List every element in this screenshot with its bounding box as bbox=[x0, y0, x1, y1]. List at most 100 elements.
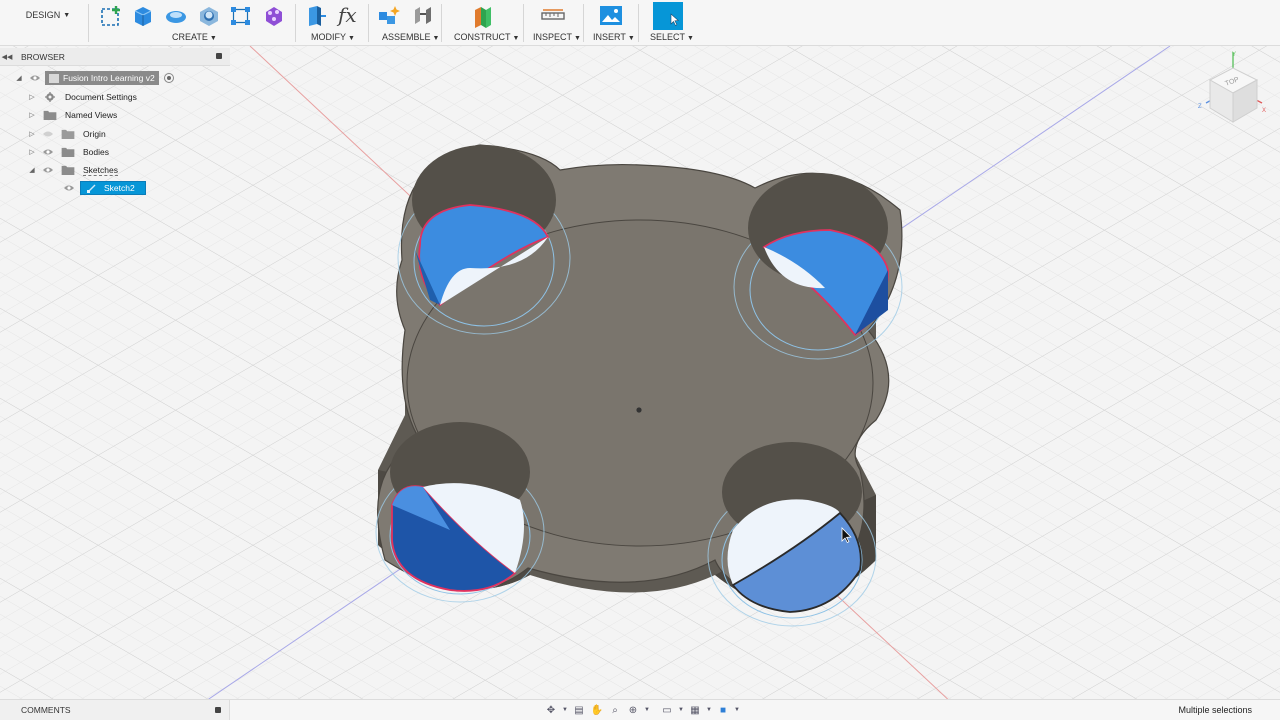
select-icon[interactable] bbox=[653, 2, 683, 30]
look-at-icon[interactable]: ▤ bbox=[572, 705, 586, 716]
folder-icon bbox=[61, 165, 75, 175]
origin-point bbox=[636, 407, 642, 413]
chevron-down-icon[interactable]: ▼ bbox=[678, 707, 684, 713]
comments-panel[interactable]: COMMENTS bbox=[0, 700, 230, 720]
comments-label: COMMENTS bbox=[21, 705, 71, 715]
pin-icon[interactable] bbox=[216, 53, 222, 59]
chevron-down-icon: ▼ bbox=[348, 35, 355, 42]
browser-panel-header[interactable]: ◀◀ BROWSER bbox=[0, 48, 230, 66]
insert-menu[interactable]: INSERT ▼ bbox=[593, 32, 635, 42]
viewcube-z-label: Z bbox=[1198, 104, 1202, 110]
viewport-canvas[interactable]: TOP Y Z X bbox=[0, 46, 1280, 699]
viewports-icon[interactable]: ■ bbox=[716, 705, 730, 716]
chevron-down-icon: ▼ bbox=[63, 11, 71, 19]
expanded-triangle-icon[interactable]: ◢ bbox=[14, 74, 24, 82]
fit-icon[interactable]: ⊕ bbox=[626, 705, 640, 716]
visibility-eye-icon[interactable] bbox=[41, 165, 55, 175]
navigation-toolbar: ✥ ▼ ▤ ✋ ⌕ ⊕ ▼ ▭ ▼ ▦ ▼ ■ ▼ bbox=[544, 702, 740, 718]
activate-radio-icon[interactable] bbox=[163, 73, 174, 83]
workspace-switcher[interactable]: DESIGN ▼ bbox=[8, 3, 88, 27]
tree-item-label: Sketch2 bbox=[104, 183, 135, 193]
toolbar-divider bbox=[523, 4, 524, 42]
new-component-icon[interactable] bbox=[377, 4, 401, 28]
collapsed-triangle-icon[interactable]: ▷ bbox=[27, 130, 37, 138]
toolbar-divider bbox=[88, 4, 89, 42]
root-component-label-box[interactable]: Fusion Intro Learning v2 bbox=[45, 71, 159, 85]
revolve-icon[interactable] bbox=[164, 4, 188, 28]
collapsed-triangle-icon[interactable]: ▷ bbox=[27, 148, 37, 156]
offset-plane-icon[interactable] bbox=[471, 4, 495, 28]
chevron-down-icon: ▼ bbox=[687, 35, 694, 42]
measure-icon[interactable] bbox=[541, 4, 565, 28]
document-icon bbox=[49, 73, 59, 83]
chevron-down-icon[interactable]: ▼ bbox=[562, 707, 568, 713]
toolbar-divider bbox=[295, 4, 296, 42]
tree-item-label: Bodies bbox=[83, 147, 109, 157]
chevron-down-icon: ▼ bbox=[209, 35, 217, 42]
chevron-down-icon[interactable]: ▼ bbox=[734, 707, 740, 713]
collapse-panel-icon[interactable]: ◀◀ bbox=[0, 53, 14, 61]
create-menu[interactable]: CREATE ▼ bbox=[172, 32, 217, 42]
chevron-down-icon: ▼ bbox=[627, 35, 635, 42]
chevron-down-icon: ▼ bbox=[432, 35, 440, 42]
tree-item-label: Sketches bbox=[83, 164, 118, 176]
box-icon[interactable] bbox=[131, 4, 155, 28]
hole-icon[interactable] bbox=[197, 4, 221, 28]
toolbar: DESIGN ▼ CREATE ▼ fx MODIFY ▼ ASSEMBLE ▼ CON… bbox=[0, 0, 1280, 46]
model-viewport[interactable]: TOP Y Z X bbox=[0, 46, 1280, 699]
display-settings-icon[interactable]: ▭ bbox=[660, 705, 674, 716]
tree-item-bodies[interactable]: ▷ Bodies bbox=[27, 144, 109, 160]
grid-settings-icon[interactable]: ▦ bbox=[688, 705, 702, 716]
tree-item-label: Document Settings bbox=[65, 92, 137, 102]
add-comment-icon[interactable] bbox=[215, 707, 221, 713]
bottom-bar: COMMENTS ✥ ▼ ▤ ✋ ⌕ ⊕ ▼ ▭ ▼ ▦ ▼ ■ ▼ Multi… bbox=[0, 699, 1280, 720]
workspace-label: DESIGN bbox=[25, 10, 61, 20]
zoom-icon[interactable]: ⌕ bbox=[608, 705, 622, 716]
sketch-icon bbox=[87, 184, 96, 193]
browser-title: BROWSER bbox=[21, 51, 65, 62]
tree-item-sketches[interactable]: ◢ Sketches bbox=[27, 162, 118, 178]
pattern-icon[interactable] bbox=[229, 4, 253, 28]
tree-item-origin[interactable]: ▷ Origin bbox=[27, 126, 106, 142]
tree-item-document-settings[interactable]: ▷ Document Settings bbox=[27, 89, 137, 105]
parameters-icon[interactable]: fx bbox=[338, 4, 362, 28]
tree-item-label: Fusion Intro Learning v2 bbox=[63, 73, 155, 83]
insert-image-icon[interactable] bbox=[599, 4, 623, 28]
viewcube-y-label: Y bbox=[1232, 52, 1236, 58]
inspect-menu[interactable]: INSPECT ▼ bbox=[533, 32, 581, 42]
tree-item-sketch2[interactable]: Sketch2 bbox=[58, 180, 146, 196]
press-pull-icon[interactable] bbox=[303, 4, 327, 28]
chevron-down-icon[interactable]: ▼ bbox=[644, 707, 650, 713]
construct-menu[interactable]: CONSTRUCT ▼ bbox=[454, 32, 519, 42]
joint-icon[interactable] bbox=[411, 4, 435, 28]
tree-item-root[interactable]: ◢ Fusion Intro Learning v2 bbox=[14, 70, 174, 86]
expanded-triangle-icon[interactable]: ◢ bbox=[27, 166, 37, 174]
toolbar-divider bbox=[583, 4, 584, 42]
chevron-down-icon: ▼ bbox=[512, 35, 520, 42]
create-sketch-icon[interactable] bbox=[99, 4, 123, 28]
assemble-menu[interactable]: ASSEMBLE ▼ bbox=[382, 32, 439, 42]
select-menu[interactable]: SELECT ▼ bbox=[650, 32, 694, 42]
gear-icon bbox=[45, 92, 55, 102]
tree-item-label: Named Views bbox=[65, 110, 118, 120]
pan-icon[interactable]: ✋ bbox=[590, 705, 604, 716]
chevron-down-icon: ▼ bbox=[574, 35, 581, 42]
toolbar-divider bbox=[441, 4, 442, 42]
folder-icon bbox=[61, 129, 75, 139]
orbit-icon[interactable]: ✥ bbox=[544, 705, 558, 716]
collapsed-triangle-icon[interactable]: ▷ bbox=[27, 111, 37, 119]
visibility-eye-icon[interactable] bbox=[41, 147, 55, 157]
form-icon[interactable] bbox=[262, 4, 286, 28]
visibility-eye-icon[interactable] bbox=[28, 73, 42, 83]
viewcube-x-label: X bbox=[1262, 108, 1266, 114]
collapsed-triangle-icon[interactable]: ▷ bbox=[27, 93, 37, 101]
tree-item-named-views[interactable]: ▷ Named Views bbox=[27, 107, 117, 123]
selected-item-highlight[interactable]: Sketch2 bbox=[80, 181, 146, 195]
status-text: Multiple selections bbox=[1178, 705, 1252, 715]
modify-menu[interactable]: MODIFY ▼ bbox=[311, 32, 355, 42]
toolbar-divider bbox=[368, 4, 369, 42]
visibility-eye-icon[interactable] bbox=[62, 183, 76, 193]
chevron-down-icon[interactable]: ▼ bbox=[706, 707, 712, 713]
hidden-eye-icon[interactable] bbox=[41, 129, 55, 139]
tree-item-label: Origin bbox=[83, 129, 106, 139]
